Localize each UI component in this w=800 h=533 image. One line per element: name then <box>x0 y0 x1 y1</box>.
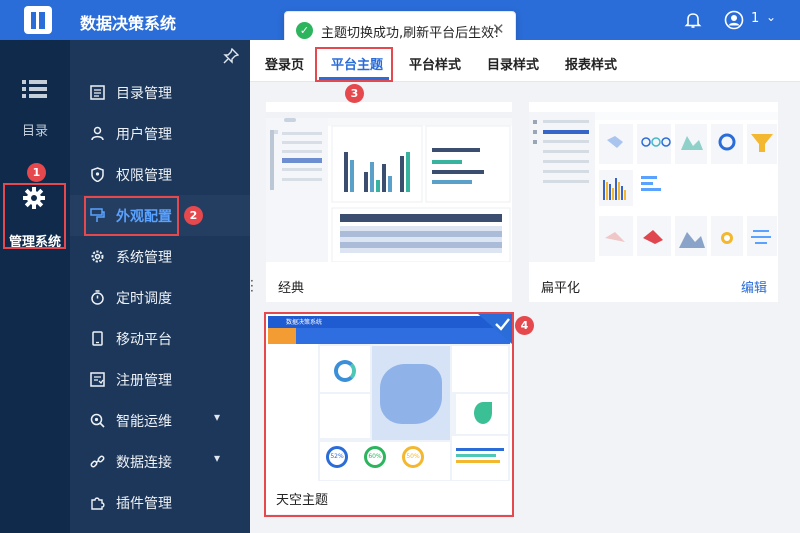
theme-card-classic[interactable]: 经典 <box>266 102 512 302</box>
register-icon <box>90 372 105 387</box>
sidebar-item-label: 插件管理 <box>116 496 172 512</box>
classic-theme-preview <box>266 112 512 262</box>
app-title: 数据决策系统 <box>80 14 177 33</box>
shield-icon <box>91 167 104 182</box>
left-rail: 目录 管理系统 <box>0 40 70 533</box>
sidebar-item-label: 智能运维 <box>116 414 172 430</box>
plugin-icon <box>91 497 105 510</box>
edit-flat-theme-link[interactable]: 编辑 <box>741 277 767 296</box>
sidebar-item-catalog[interactable]: 目录管理 <box>70 72 250 113</box>
chevron-down-icon[interactable]: ▾ <box>214 451 220 465</box>
step-badge-1: 1 <box>27 163 46 182</box>
step-badge-3: 3 <box>345 84 364 103</box>
catalog-icon <box>90 85 105 100</box>
link-icon <box>90 455 105 468</box>
drag-handle-icon[interactable]: · · · <box>250 275 254 297</box>
check-circle-icon: ✓ <box>296 22 313 39</box>
tab-catalog-style[interactable]: 目录样式 <box>487 54 539 73</box>
bell-icon[interactable] <box>684 11 702 29</box>
tab-platform-style[interactable]: 平台样式 <box>409 54 461 73</box>
list-icon[interactable] <box>22 80 47 98</box>
sidebar-item-mobile[interactable]: 移动平台 <box>70 318 250 359</box>
chevron-down-icon[interactable]: ▾ <box>214 410 220 424</box>
close-icon[interactable]: ✕ <box>492 20 505 38</box>
theme-card-flat[interactable]: 扁平化 <box>529 102 778 302</box>
sidebar-item-label: 注册管理 <box>116 373 172 389</box>
highlight-appearance <box>84 196 179 236</box>
timer-icon <box>91 290 104 305</box>
sidebar-item-label: 用户管理 <box>116 127 172 143</box>
pin-icon[interactable] <box>223 48 239 64</box>
highlight-admin-system <box>3 183 66 249</box>
sidebar-item-users[interactable]: 用户管理 <box>70 113 250 154</box>
flat-theme-preview <box>529 112 778 262</box>
settings-icon <box>91 250 104 263</box>
sidebar-item-plugins[interactable]: 插件管理 <box>70 482 250 523</box>
rail-item-catalog-label[interactable]: 目录 <box>0 120 70 139</box>
highlight-platform-theme-tab <box>315 47 393 82</box>
sidebar-item-system[interactable]: 系统管理 <box>70 236 250 277</box>
sidebar-item-label: 权限管理 <box>116 168 172 184</box>
sidebar-item-ops[interactable]: 智能运维 ▾ <box>70 400 250 441</box>
sidebar-item-data-connection[interactable]: 数据连接 ▾ <box>70 441 250 482</box>
theme-name-flat: 扁平化 <box>541 281 581 296</box>
step-badge-4: 4 <box>515 316 534 335</box>
user-icon <box>91 126 104 141</box>
user-name[interactable]: 1 <box>751 11 759 26</box>
theme-name-classic: 经典 <box>278 281 305 296</box>
sidebar-item-label: 目录管理 <box>116 86 172 102</box>
mobile-icon <box>92 331 103 346</box>
sidebar-item-register[interactable]: 注册管理 <box>70 359 250 400</box>
step-badge-2: 2 <box>184 206 203 225</box>
toast-message: 主题切换成功,刷新平台后生效! <box>321 26 500 41</box>
sidebar-item-label: 系统管理 <box>116 250 172 266</box>
ops-icon <box>90 413 105 428</box>
tab-report-style[interactable]: 报表样式 <box>565 54 617 73</box>
user-avatar-icon[interactable] <box>724 10 744 30</box>
sidebar-item-label: 移动平台 <box>116 332 172 348</box>
tab-login-page[interactable]: 登录页 <box>265 54 304 73</box>
sidebar-item-label: 定时调度 <box>116 291 172 307</box>
sidebar-item-scheduler[interactable]: 定时调度 <box>70 277 250 318</box>
sidebar-item-label: 数据连接 <box>116 455 172 471</box>
chevron-down-icon[interactable]: ⌄ <box>766 10 776 24</box>
app-logo <box>24 6 52 34</box>
sidebar-item-permissions[interactable]: 权限管理 <box>70 154 250 195</box>
highlight-sky-theme <box>264 312 514 517</box>
